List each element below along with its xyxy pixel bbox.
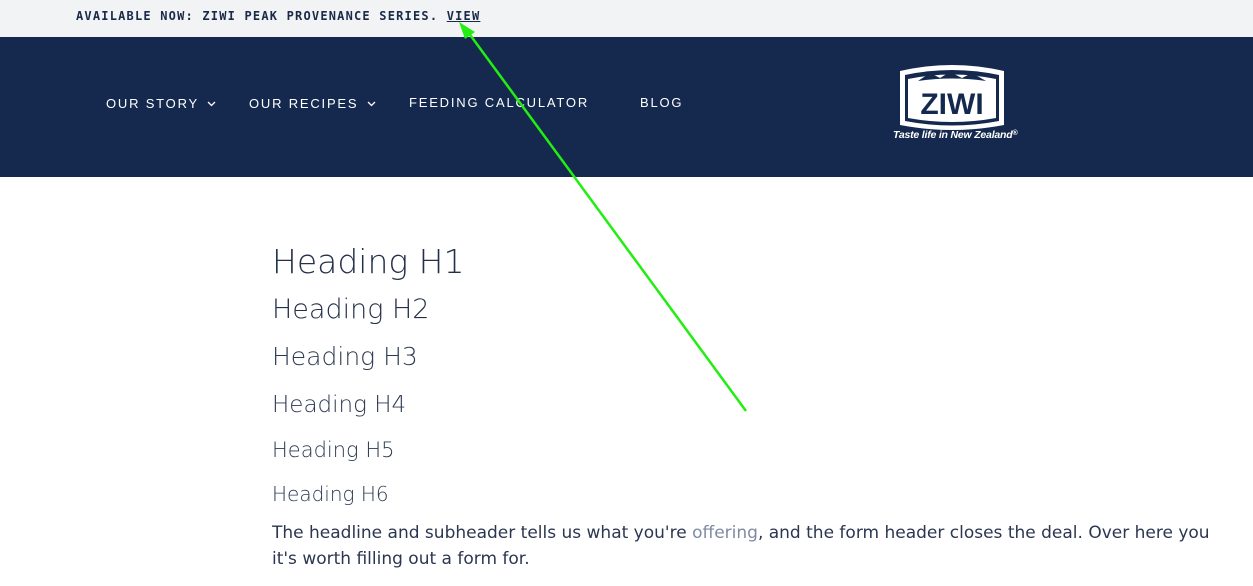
announcement-bar: AVAILABLE NOW: ZIWI PEAK PROVENANCE SERI… [0, 0, 1253, 37]
heading-h5: Heading H5 [272, 438, 395, 462]
nav-item-label: OUR STORY [106, 96, 199, 111]
announcement-message: AVAILABLE NOW: ZIWI PEAK PROVENANCE SERI… [76, 9, 439, 23]
chevron-down-icon [367, 95, 376, 110]
nav-item-label: BLOG [640, 95, 684, 110]
announcement-text: AVAILABLE NOW: ZIWI PEAK PROVENANCE SERI… [76, 9, 480, 23]
nav-item-our-recipes[interactable]: OUR RECIPES [249, 95, 376, 111]
announcement-view-link[interactable]: VIEW [447, 9, 481, 23]
heading-h2: Heading H2 [272, 294, 430, 325]
nav-item-label: OUR RECIPES [249, 96, 359, 111]
paragraph-text: The headline and subheader tells us what… [272, 523, 693, 543]
offering-link[interactable]: offering [692, 523, 758, 543]
logo-tagline: Taste life in New Zealand® [893, 129, 1018, 141]
paragraph-line-2: it's worth filling out a form for. [272, 549, 530, 569]
main-navigation: OUR STORY OUR RECIPES FEEDING CALCULATOR… [0, 37, 1253, 177]
heading-h1: Heading H1 [272, 242, 465, 281]
logo-tagline-text: Taste life in New Zealand [893, 129, 1013, 141]
nav-item-label: FEEDING CALCULATOR [409, 95, 590, 110]
nav-item-feeding-calculator[interactable]: FEEDING CALCULATOR [409, 95, 589, 110]
heading-h3: Heading H3 [272, 342, 418, 371]
chevron-down-icon [207, 95, 216, 110]
logo-wordmark: ZIWI [920, 88, 983, 121]
paragraph-text: , and the form header closes the deal. O… [757, 523, 1210, 543]
nav-item-our-story[interactable]: OUR STORY [106, 95, 216, 111]
heading-h6: Heading H6 [272, 482, 389, 506]
heading-h4: Heading H4 [272, 392, 407, 418]
registered-mark: ® [1012, 130, 1018, 137]
paragraph-line-1: The headline and subheader tells us what… [272, 520, 1253, 546]
body-paragraph: The headline and subheader tells us what… [272, 520, 1253, 572]
nav-item-blog[interactable]: BLOG [640, 95, 683, 110]
